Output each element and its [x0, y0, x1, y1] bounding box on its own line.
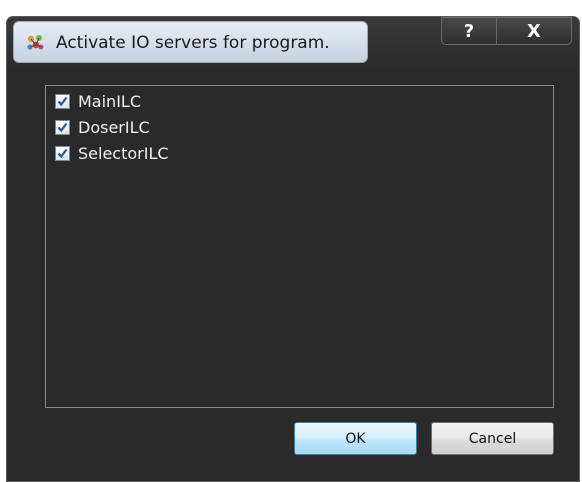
list-item-selectorilc[interactable]: SelectorILC: [55, 141, 169, 165]
help-button[interactable]: ?: [441, 17, 497, 45]
help-icon: ?: [463, 20, 475, 42]
io-server-list[interactable]: MainILC DoserILC SelectorILC: [45, 85, 554, 408]
list-item-doserilc[interactable]: DoserILC: [55, 115, 150, 139]
checkmark-icon: [57, 122, 68, 132]
ok-button[interactable]: OK: [294, 422, 417, 455]
title-area: Activate IO servers for program.: [13, 21, 368, 63]
close-icon: X: [527, 20, 541, 42]
checkbox-mainilc[interactable]: [55, 93, 70, 109]
list-item-label: MainILC: [78, 91, 141, 111]
list-item-label: DoserILC: [78, 117, 150, 137]
list-item-mainilc[interactable]: MainILC: [55, 89, 141, 113]
cancel-button[interactable]: Cancel: [431, 422, 554, 455]
title-bar[interactable]: Activate IO servers for program. ? X: [7, 17, 579, 69]
checkmark-icon: [57, 148, 68, 158]
window-title: Activate IO servers for program.: [56, 33, 330, 53]
caption-buttons: ? X: [441, 17, 579, 47]
servers-icon: [24, 32, 46, 54]
list-item-label: SelectorILC: [78, 143, 169, 163]
checkbox-selectorilc[interactable]: [55, 145, 70, 161]
dialog-window: Activate IO servers for program. ? X Mai…: [6, 16, 580, 482]
checkbox-doserilc[interactable]: [55, 119, 70, 135]
checkmark-icon: [57, 96, 68, 106]
close-button[interactable]: X: [496, 17, 572, 45]
